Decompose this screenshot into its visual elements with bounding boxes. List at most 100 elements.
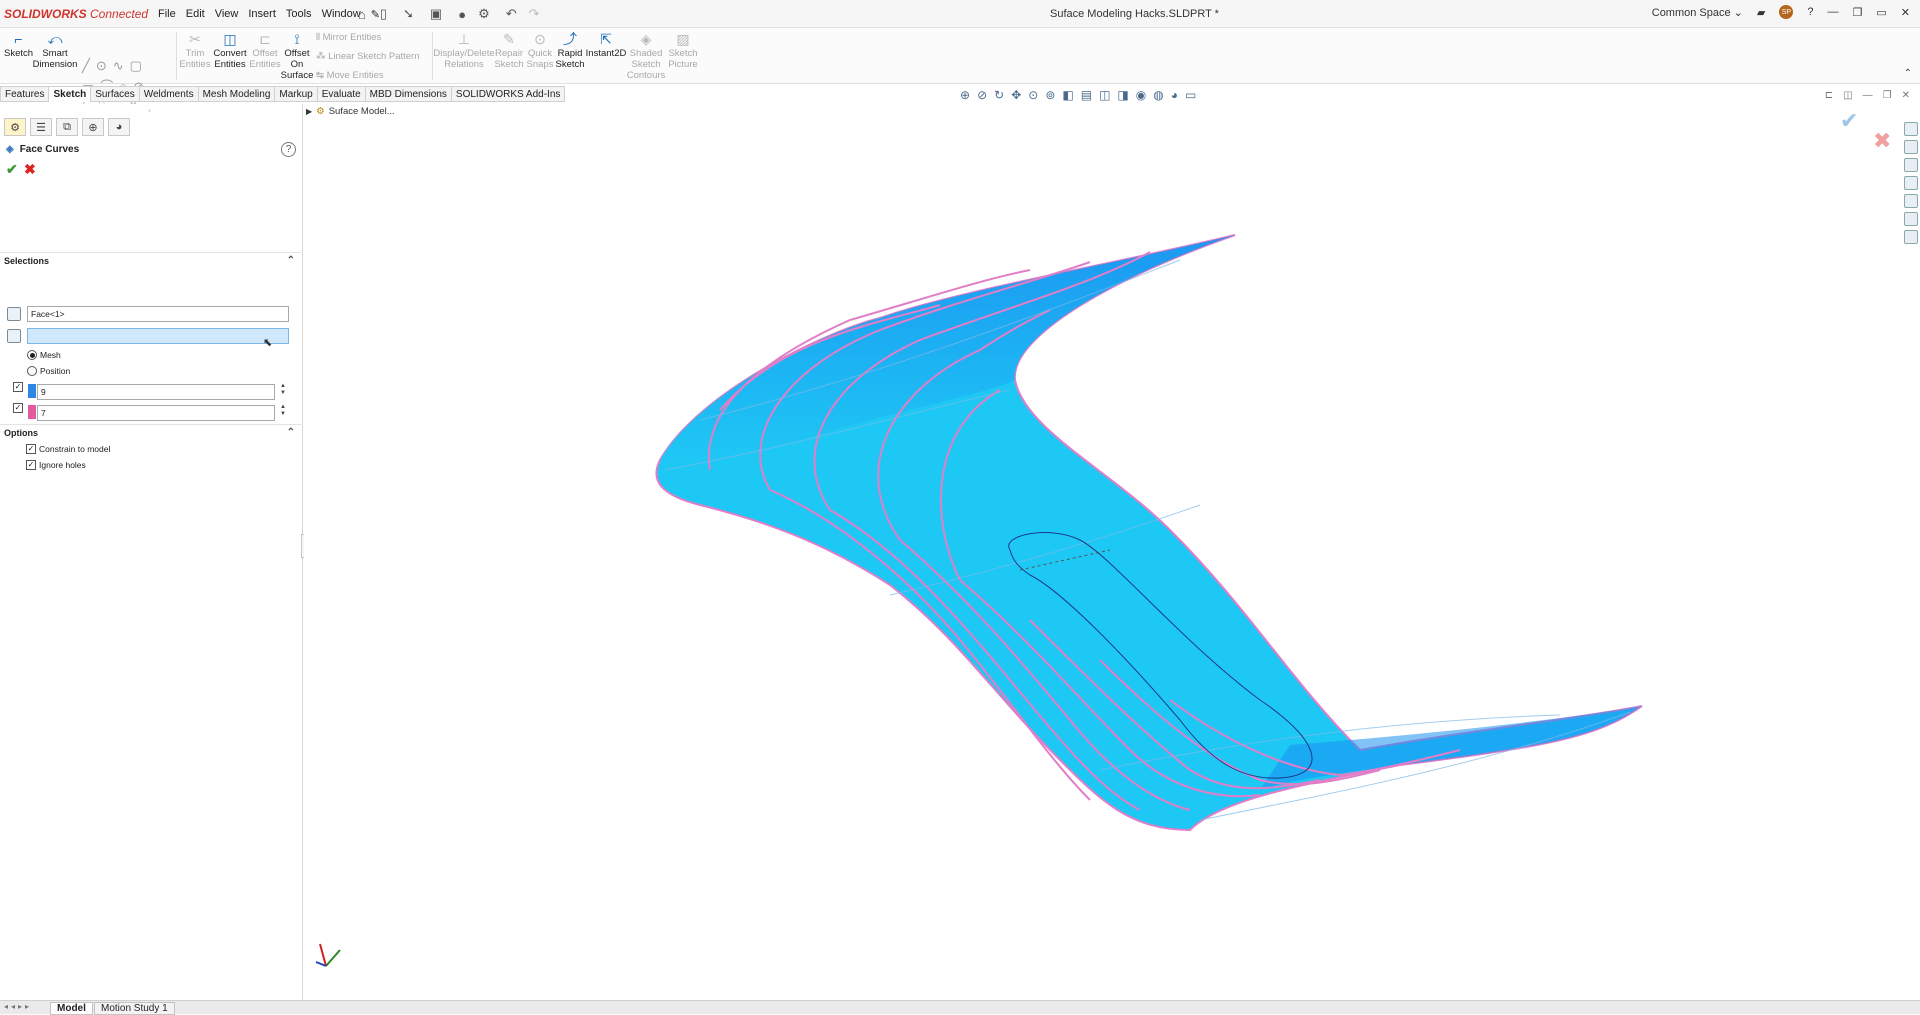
view-palette-icon[interactable]: [1904, 194, 1918, 208]
convert-entities-button[interactable]: ◫ Convert Entities: [212, 30, 248, 71]
doc-restore-icon[interactable]: ❐: [1883, 90, 1892, 101]
tab-markup[interactable]: Markup: [275, 86, 318, 102]
collapse-chevron-icon[interactable]: ⌃: [287, 253, 295, 269]
forum-icon[interactable]: [1904, 230, 1918, 244]
constrain-to-model-checkbox[interactable]: ✓: [26, 444, 36, 454]
rebuild-icon[interactable]: ●: [458, 7, 466, 22]
redo-icon[interactable]: ↷: [529, 6, 540, 22]
custom-properties-icon[interactable]: [1904, 212, 1918, 226]
confirmation-corner-cancel-icon[interactable]: ✖: [1873, 128, 1891, 154]
graphics-area[interactable]: [304, 104, 1876, 1000]
vertex-selection-field[interactable]: [27, 328, 289, 344]
shaded-sketch-contours-button[interactable]: ◈ Shaded Sketch Contours: [627, 30, 666, 82]
tab-mbd-dimensions[interactable]: MBD Dimensions: [365, 86, 452, 102]
repair-sketch-button[interactable]: ✎ Repair Sketch: [494, 30, 524, 71]
undo-icon[interactable]: ↶: [506, 6, 517, 22]
cancel-x-icon[interactable]: ✖: [24, 161, 36, 178]
help-icon[interactable]: ?: [1807, 6, 1813, 18]
property-manager-tab[interactable]: ☰: [30, 118, 52, 136]
panel-grip-icon[interactable]: ◦: [148, 106, 151, 115]
collapse-chevron-icon[interactable]: ⌃: [287, 425, 295, 441]
zoom-to-fit-icon[interactable]: ⊕: [960, 88, 970, 102]
maximize-icon[interactable]: ▭: [1876, 6, 1886, 19]
menu-edit[interactable]: Edit: [186, 8, 205, 21]
tab-solidworks-add-ins[interactable]: SOLIDWORKS Add-Ins: [451, 86, 566, 102]
view-orientation-icon[interactable]: ◫: [1099, 88, 1110, 102]
user-avatar[interactable]: SP: [1779, 5, 1794, 19]
tab-sketch[interactable]: Sketch: [49, 86, 92, 102]
direction1-spinner[interactable]: ▲ ▼: [280, 383, 286, 397]
offset-on-surface-button[interactable]: ⟟ Offset On Surface: [281, 30, 314, 82]
home-icon[interactable]: ⌂: [358, 7, 366, 22]
help-icon[interactable]: ?: [281, 142, 296, 157]
dimxpert-manager-tab[interactable]: ⊕: [82, 118, 104, 136]
mirror-entities-button[interactable]: ⫴ Mirror Entities: [316, 32, 381, 43]
tab-surfaces[interactable]: Surfaces: [91, 86, 140, 102]
tab-mesh-modeling[interactable]: Mesh Modeling: [198, 86, 276, 102]
quick-snaps-button[interactable]: ⊙ Quick Snaps: [526, 30, 554, 71]
menu-insert[interactable]: Insert: [248, 8, 276, 21]
position-radio-button[interactable]: [27, 366, 37, 376]
zoom-to-area-icon[interactable]: ⊘: [977, 88, 987, 102]
tab-features[interactable]: Features: [0, 86, 50, 102]
menu-window[interactable]: Window: [322, 8, 361, 21]
doc-close-icon[interactable]: ✕: [1902, 90, 1910, 101]
solidworks-resources-icon[interactable]: [1904, 122, 1918, 136]
tab-scroll-arrows-icon[interactable]: ◂◂▸▸: [4, 1002, 32, 1011]
menu-file[interactable]: File: [158, 8, 176, 21]
offset-entities-button[interactable]: ⊏ Offset Entities: [249, 30, 280, 71]
selections-group-header[interactable]: Selections ⌃: [0, 252, 303, 268]
doc-minimize-icon[interactable]: —: [1863, 90, 1873, 101]
hide-show-items-icon[interactable]: ◉: [1136, 88, 1146, 102]
constrain-to-model-option[interactable]: ✓ Constrain to model: [26, 444, 110, 454]
sketch-picture-button[interactable]: ▨ Sketch Picture: [666, 30, 700, 71]
collapse-ribbon-icon[interactable]: ⌃: [1904, 68, 1912, 79]
sketch-button[interactable]: ⌐ Sketch: [4, 30, 33, 60]
rapid-sketch-button[interactable]: ⤴ Rapid Sketch: [555, 30, 584, 71]
section-view-icon[interactable]: ◧: [1062, 88, 1073, 102]
open-icon[interactable]: ➘: [403, 6, 414, 22]
ignore-holes-option[interactable]: ✓ Ignore holes: [26, 460, 86, 470]
direction1-check[interactable]: ✓: [13, 382, 23, 392]
close-window-icon[interactable]: ✕: [1901, 6, 1910, 19]
display-delete-relations-button[interactable]: ⊥ Display/Delete Relations: [433, 30, 494, 71]
doc-split-icon[interactable]: ◫: [1843, 90, 1852, 101]
position-radio[interactable]: Position: [27, 366, 70, 376]
direction2-checkbox[interactable]: ✓: [13, 403, 23, 413]
direction2-spinner[interactable]: ▲ ▼: [280, 404, 286, 418]
design-library-icon[interactable]: [1904, 140, 1918, 154]
new-document-icon[interactable]: ▯: [380, 6, 387, 22]
direction2-count-field[interactable]: 7: [37, 405, 275, 421]
trim-entities-button[interactable]: ✂ Trim Entities: [179, 30, 210, 71]
mesh-radio-button[interactable]: [27, 350, 37, 360]
zoom-selection-icon[interactable]: ⊚: [1045, 88, 1055, 102]
zoom-in-out-icon[interactable]: ⊙: [1028, 88, 1038, 102]
ignore-holes-checkbox[interactable]: ✓: [26, 460, 36, 470]
rotate-icon[interactable]: ↻: [994, 88, 1004, 102]
smart-dimension-button[interactable]: ⤺ Smart Dimension: [33, 30, 78, 71]
direction1-count-field[interactable]: 9: [37, 384, 275, 400]
options-group-header[interactable]: Options ⌃: [0, 424, 303, 440]
sketch-entity-tools[interactable]: ╱⊙∿▢: [82, 58, 148, 74]
pan-icon[interactable]: ✥: [1011, 88, 1021, 102]
ok-check-icon[interactable]: ✔: [6, 161, 18, 178]
display-style-icon[interactable]: ◨: [1117, 88, 1128, 102]
tab-evaluate[interactable]: Evaluate: [317, 86, 366, 102]
move-entities-button[interactable]: ↹ Move Entities: [316, 70, 384, 81]
menu-view[interactable]: View: [215, 8, 239, 21]
file-explorer-icon[interactable]: [1904, 158, 1918, 172]
tab-weldments[interactable]: Weldments: [139, 86, 199, 102]
instant2d-button[interactable]: ⇱ Instant2D: [586, 30, 627, 60]
doc-tile-icon[interactable]: ⊏: [1825, 90, 1833, 101]
dynamic-annotation-icon[interactable]: ▤: [1081, 88, 1092, 102]
tab-model[interactable]: Model: [50, 1002, 93, 1015]
confirmation-corner-ok-icon[interactable]: ✔: [1840, 108, 1858, 134]
expand-arrow-icon[interactable]: ▶: [306, 107, 312, 116]
edit-appearance-icon[interactable]: ◍: [1153, 88, 1163, 102]
direction1-checkbox[interactable]: ✓: [13, 382, 23, 392]
face-selection-field[interactable]: Face<1>: [27, 306, 289, 322]
apply-scene-icon[interactable]: ◕: [1171, 88, 1178, 102]
linear-sketch-pattern-button[interactable]: ⁂ Linear Sketch Pattern: [316, 51, 420, 62]
mesh-radio[interactable]: Mesh: [27, 350, 61, 360]
save-icon[interactable]: ▣: [430, 6, 442, 22]
